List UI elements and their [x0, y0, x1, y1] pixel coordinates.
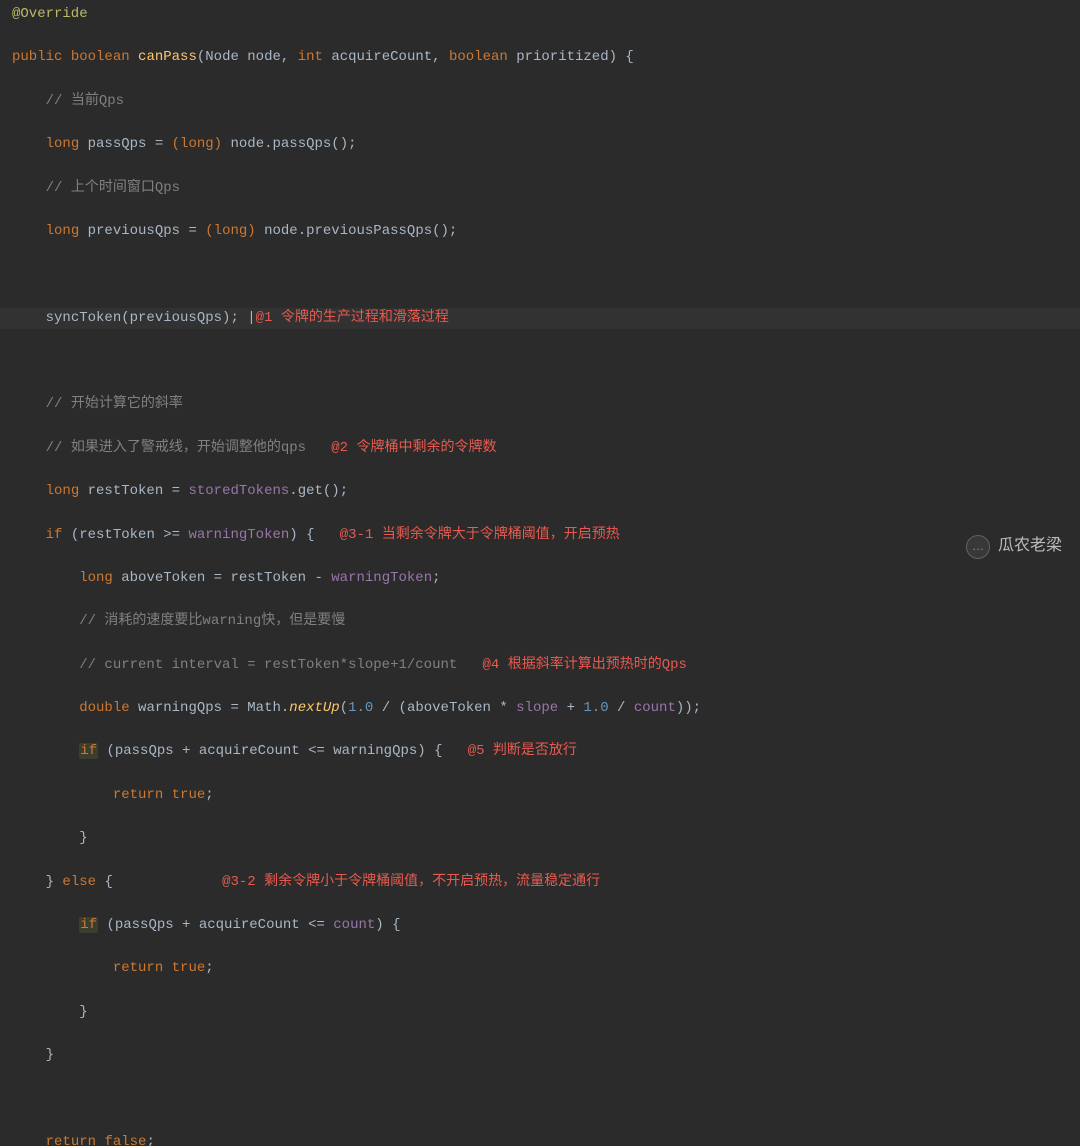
field-warningtoken: warningToken — [188, 527, 289, 543]
comment: // 开始计算它的斜率 — [46, 396, 183, 412]
comment: // 如果进入了警戒线，开始调整他的qps — [46, 440, 306, 456]
note-1: @1 令牌的生产过程和滑落过程 — [256, 310, 449, 326]
watermark-text: 瓜农老梁 — [998, 534, 1062, 559]
kw-boolean: boolean — [71, 49, 130, 65]
field-slope: slope — [516, 700, 558, 716]
text-cursor: | — [247, 310, 255, 326]
note-3-2: @3-2 剩余令牌小于令牌桶阈值，不开启预热，流量稳定通行 — [222, 874, 600, 890]
comment: // 当前Qps — [46, 93, 124, 109]
note-4: @4 根据斜率计算出预热时的Qps — [483, 657, 687, 673]
kw-int: int — [298, 49, 323, 65]
watermark: … 瓜农老梁 — [966, 534, 1062, 559]
comment: // 消耗的速度要比warning快，但是要慢 — [79, 613, 345, 629]
annotation-override: @Override — [12, 6, 88, 22]
field-storedtokens: storedTokens — [188, 483, 289, 499]
note-2: @2 令牌桶中剩余的令牌数 — [331, 440, 496, 456]
fn-canpass: canPass — [138, 49, 197, 65]
note-5: @5 判断是否放行 — [468, 743, 577, 759]
field-count: count — [634, 700, 676, 716]
wechat-icon: … — [966, 535, 990, 559]
kw-public: public — [12, 49, 62, 65]
type-node: Node — [205, 49, 239, 65]
comment: // current interval = restToken*slope+1/… — [79, 657, 457, 673]
comment: // 上个时间窗口Qps — [46, 180, 180, 196]
fn-nextup: nextUp — [289, 700, 339, 716]
note-3-1: @3-1 当剩余令牌大于令牌桶阈值，开启预热 — [340, 527, 620, 543]
code-block: @Override public boolean canPass(Node no… — [0, 0, 1080, 1146]
